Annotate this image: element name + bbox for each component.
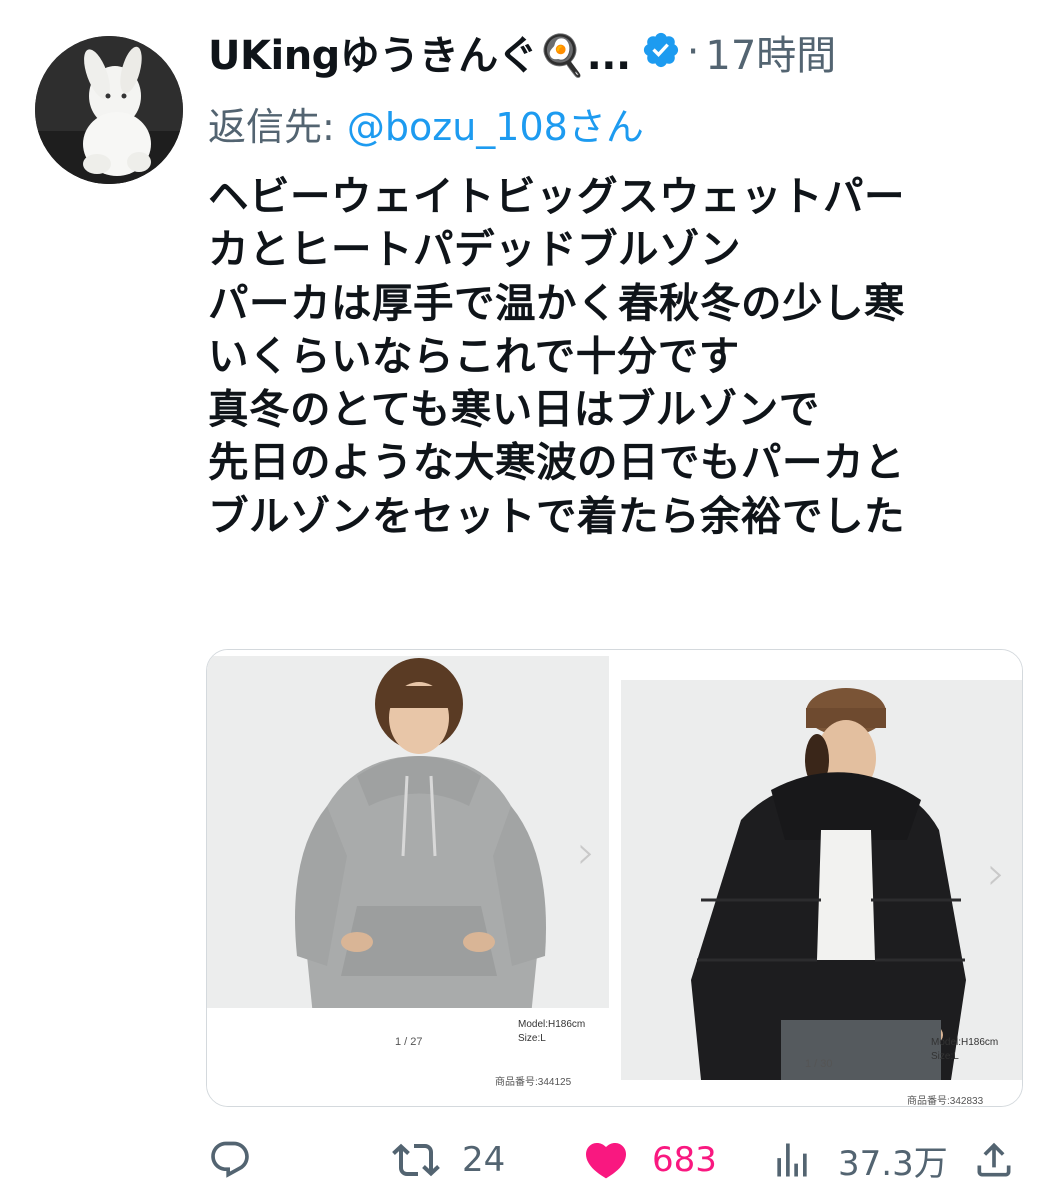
model-info: Model:H186cm Size:L [518, 1018, 585, 1046]
avatar[interactable] [35, 36, 183, 184]
tweet-text-line: いくらいならこれで十分です [208, 331, 740, 380]
view-count: 37.3万 [838, 1143, 948, 1184]
tweet-text: ヘビーウェイトビッグスウェットパー カとヒートパデッドブルゾン パーカは厚手で温… [208, 170, 1028, 543]
retweet-count: 24 [462, 1140, 506, 1180]
photo-counter: 1 / 30 [805, 1058, 833, 1070]
media-photo-jacket[interactable]: 1 / 30 Model:H186cm Size:L 商品番号:342833 › [619, 650, 1022, 1106]
tweet-text-line: パーカは厚手で温かく春秋冬の少し寒 [208, 278, 905, 327]
display-name[interactable]: UKingゆうきんぐ🍳... [208, 23, 631, 81]
product-number: 商品番号:342833 [907, 1096, 984, 1106]
model-height: Model:H186cm [931, 1037, 999, 1048]
tweet-timestamp[interactable]: 17時間 [705, 23, 836, 81]
chevron-right-icon[interactable]: › [577, 825, 595, 879]
reply-handle-link[interactable]: @bozu_108さん [347, 105, 644, 149]
reply-icon [208, 1138, 252, 1182]
tweet-text-line: ヘビーウェイトビッグスウェットパー [208, 172, 905, 220]
views-icon [770, 1138, 814, 1182]
bunny-plush-avatar-image [35, 36, 183, 184]
share-icon [972, 1138, 1016, 1182]
reply-button[interactable] [208, 1130, 252, 1190]
like-count: 683 [652, 1140, 717, 1180]
share-button[interactable] [972, 1130, 1016, 1190]
like-button[interactable]: 683 [582, 1130, 717, 1190]
tweet-text-line: 先日のような大寒波の日でもパーカと [208, 438, 905, 487]
reply-prefix: 返信先: [208, 105, 347, 149]
views-button[interactable]: 37.3万 [770, 1130, 948, 1190]
tweet-text-line: 真冬のとても寒い日はブルゾンで [208, 385, 820, 434]
product-number: 商品番号:344125 [495, 1077, 572, 1088]
retweet-icon [392, 1136, 440, 1184]
jacket-product-image [621, 680, 1022, 1080]
model-info: Model:H186cm Size:L [931, 1036, 998, 1064]
model-size: Size:L [931, 1051, 959, 1062]
tweet-separator: · [686, 29, 700, 75]
chevron-right-icon[interactable]: › [987, 846, 1005, 900]
tweet-media: 1 / 27 Model:H186cm Size:L 商品番号:344125 › [206, 649, 1023, 1107]
model-size: Size:L [518, 1033, 546, 1044]
tweet-text-line: ブルゾンをセットで着たら余裕でした [208, 491, 905, 540]
photo-counter: 1 / 27 [395, 1036, 423, 1048]
tweet-header: UKingゆうきんぐ🍳... · 17時間 [208, 22, 1035, 82]
tweet-actions: 24 683 37.3万 [0, 1130, 1055, 1190]
heart-icon [582, 1136, 630, 1184]
hoodie-product-image [207, 656, 609, 1056]
retweet-button[interactable]: 24 [392, 1130, 505, 1190]
media-photo-hoodie[interactable]: 1 / 27 Model:H186cm Size:L 商品番号:344125 › [207, 650, 617, 1106]
reply-context: 返信先: @bozu_108さん [208, 96, 644, 151]
model-height: Model:H186cm [518, 1019, 586, 1030]
verified-icon [641, 30, 681, 74]
tweet-text-line: カとヒートパデッドブルゾン [208, 225, 741, 274]
